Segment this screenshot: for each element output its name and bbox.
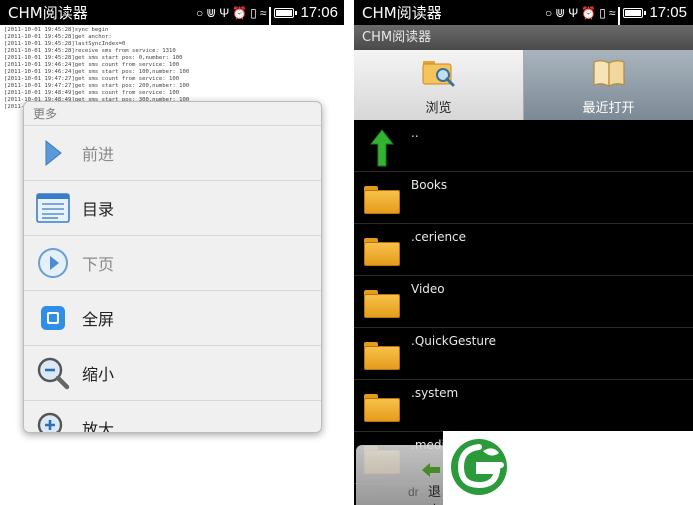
- status-bar-app-title: CHM阅读器: [8, 4, 88, 22]
- menu-item-label: 下页: [82, 255, 115, 274]
- menu-item-label: 目录: [82, 200, 115, 219]
- log-line: [2011-10-01 19:45:28]get anchor:: [4, 34, 112, 40]
- mail-icon: ○: [544, 5, 553, 20]
- folder-icon: [362, 336, 402, 376]
- file-row-folder[interactable]: Books: [354, 172, 693, 224]
- file-name: .QuickGesture: [411, 334, 497, 348]
- usb-icon: ⋓: [555, 5, 566, 20]
- status-bar-time: 17:05: [649, 4, 687, 21]
- file-row-folder[interactable]: .QuickGesture: [354, 328, 693, 380]
- app-title-bar: CHM阅读器: [354, 25, 693, 50]
- exit-partial-label: dr: [408, 485, 419, 499]
- next-page-icon: [24, 247, 82, 279]
- folder-icon: [362, 180, 402, 220]
- log-line: [2011-10-01 19:47:27]get sms start pos: …: [4, 83, 190, 89]
- vibrate-icon: ▯: [250, 5, 257, 20]
- tab-browse[interactable]: 浏览: [354, 50, 524, 120]
- status-icons: ○ ⋓ Ψ ⏰ ▯ ≈: [544, 5, 648, 47]
- battery-icon: [623, 7, 647, 18]
- status-icons: ○ ⋓ Ψ ⏰ ▯ ≈: [195, 5, 299, 47]
- fullscreen-icon: [24, 305, 82, 331]
- screenshot-stage: CHM阅读器 ○ ⋓ Ψ ⏰ ▯ ≈ 17:06 [2011-10-01 19:…: [0, 0, 693, 505]
- status-bar: CHM阅读器 ○ ⋓ Ψ ⏰ ▯ ≈ 17:06: [0, 0, 344, 47]
- menu-item-label: 全屏: [82, 310, 115, 329]
- folder-icon: [362, 232, 402, 272]
- file-name: .cerience: [411, 230, 467, 244]
- folder-search-icon: [421, 57, 457, 93]
- log-line: [2011-10-01 19:45:28]receive sms from se…: [4, 48, 176, 54]
- file-row-folder[interactable]: .system: [354, 380, 693, 432]
- more-popup-menu: 更多 前进 目录 下页 全屏 缩小 放大: [23, 101, 322, 433]
- usb-debug-icon: Ψ: [568, 5, 579, 20]
- screen-divider: [344, 0, 354, 505]
- contents-list-icon: [24, 193, 82, 223]
- left-phone-screen: CHM阅读器 ○ ⋓ Ψ ⏰ ▯ ≈ 17:06 [2011-10-01 19:…: [0, 0, 344, 505]
- tab-recent[interactable]: 最近打开: [524, 50, 693, 120]
- menu-item-contents[interactable]: 目录: [24, 181, 321, 236]
- folder-icon: [362, 388, 402, 428]
- log-line: [2011-10-01 19:45:28]sync begin: [4, 27, 109, 33]
- right-phone-screen: CHM阅读器 ○ ⋓ Ψ ⏰ ▯ ≈ 17:05 CHM阅读器 浏览 最近打开 …: [354, 0, 693, 505]
- menu-item-label: 放大: [82, 420, 115, 433]
- up-arrow-icon: [362, 128, 402, 168]
- status-bar-app-title: CHM阅读器: [362, 4, 442, 22]
- file-row-folder[interactable]: Video: [354, 276, 693, 328]
- menu-item-label: 前进: [82, 145, 115, 164]
- forward-arrow-icon: [24, 139, 82, 167]
- menu-item-zoom-out[interactable]: 缩小: [24, 346, 321, 401]
- exit-button[interactable]: 退出 dr: [356, 445, 446, 505]
- menu-item-fullscreen[interactable]: 全屏: [24, 291, 321, 346]
- watermark-area: [443, 431, 693, 505]
- menu-item-next-page[interactable]: 下页: [24, 236, 321, 291]
- signal-icon: [618, 6, 621, 47]
- file-list: .. Books .cerience Video .QuickGesture .…: [354, 120, 693, 484]
- file-name: .system: [411, 386, 459, 400]
- log-line: [2011-10-01 19:46:24]get sms start pos: …: [4, 69, 190, 75]
- tab-label: 浏览: [425, 101, 452, 116]
- file-row-parent-directory[interactable]: ..: [354, 120, 693, 172]
- usb-debug-icon: Ψ: [219, 5, 230, 20]
- mail-icon: ○: [195, 5, 204, 20]
- alarm-icon: ⏰: [581, 5, 597, 20]
- file-row-folder[interactable]: .cerience: [354, 224, 693, 276]
- usb-icon: ⋓: [206, 5, 217, 20]
- log-line: [2011-10-01 19:45:28]lastSyncIndex=0: [4, 41, 126, 47]
- file-name: Books: [411, 178, 448, 192]
- battery-icon: [274, 7, 298, 18]
- log-line: [2011-10-01 19:48:49]get sms count from …: [4, 90, 180, 96]
- exit-arrow-icon: [422, 463, 440, 477]
- status-bar: CHM阅读器 ○ ⋓ Ψ ⏰ ▯ ≈ 17:05: [354, 0, 693, 47]
- signal-icon: [269, 6, 272, 47]
- folder-icon: [362, 284, 402, 324]
- tab-label: 最近打开: [582, 101, 635, 116]
- file-name: Video: [411, 282, 445, 296]
- menu-item-zoom-in[interactable]: 放大: [24, 401, 321, 433]
- file-name: ..: [411, 126, 419, 140]
- site-logo: [451, 439, 507, 495]
- zoom-out-icon: [24, 356, 82, 390]
- log-line: [2011-10-01 19:45:28]get sms start pos: …: [4, 55, 183, 61]
- zoom-in-icon: [24, 411, 82, 432]
- menu-item-forward[interactable]: 前进: [24, 126, 321, 181]
- open-book-icon: [591, 57, 627, 93]
- log-line: [2011-10-01 19:47:27]get sms count from …: [4, 76, 180, 82]
- tab-bar: 浏览 最近打开: [354, 50, 693, 120]
- wifi-icon: ≈: [259, 5, 267, 20]
- alarm-icon: ⏰: [232, 5, 248, 20]
- wifi-icon: ≈: [608, 5, 616, 20]
- status-bar-time: 17:06: [300, 4, 338, 21]
- popup-menu-title: 更多: [24, 102, 321, 126]
- vibrate-icon: ▯: [599, 5, 606, 20]
- menu-item-label: 缩小: [82, 365, 115, 384]
- log-line: [2011-10-01 19:46:24]get sms count from …: [4, 62, 180, 68]
